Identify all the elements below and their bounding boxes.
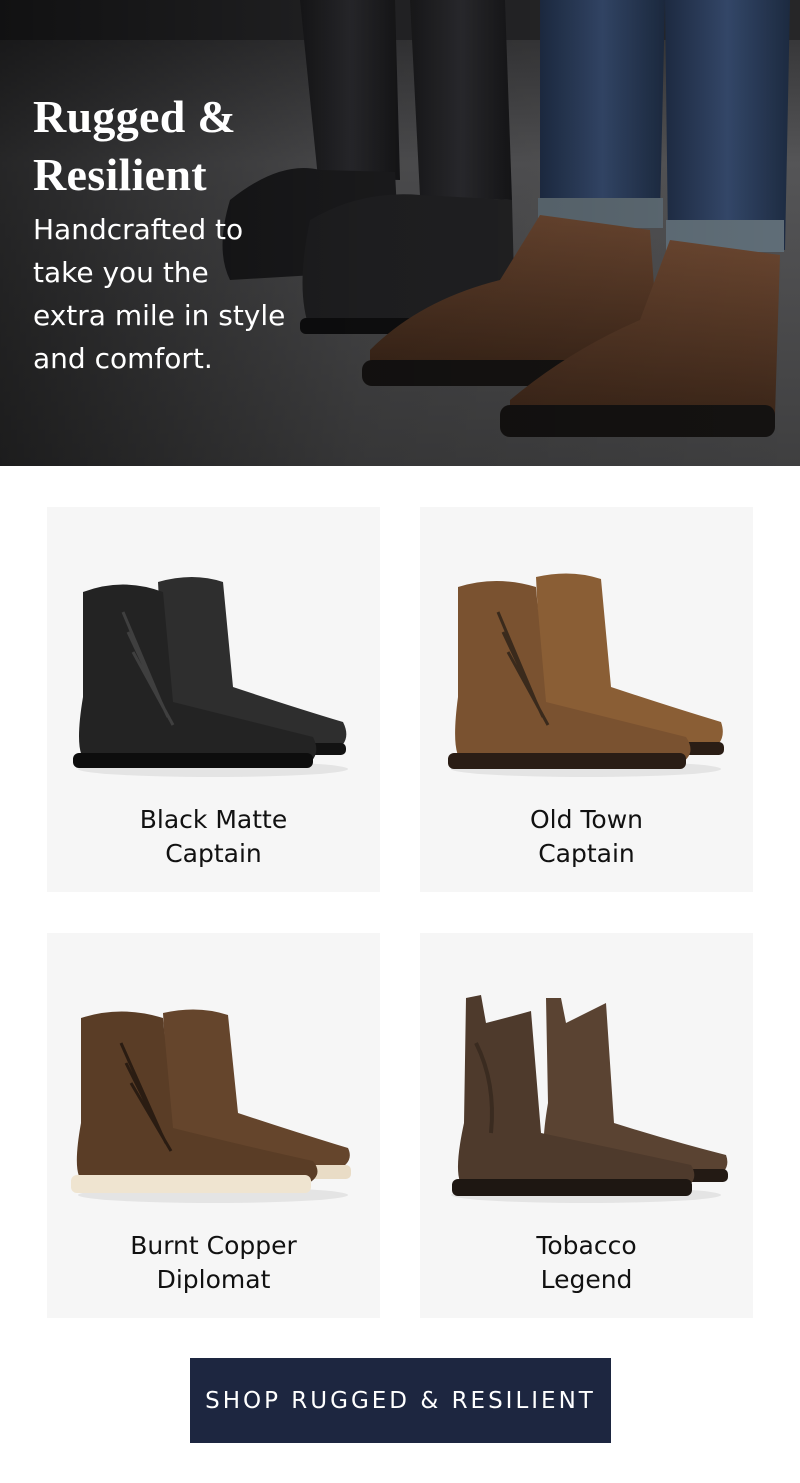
product-name[interactable]: Old Town Captain <box>420 803 753 871</box>
product-card-old-town-captain[interactable]: Old Town Captain <box>420 507 753 892</box>
product-image <box>73 577 348 777</box>
hero-title: Rugged & Resilient <box>33 91 237 200</box>
product-image <box>451 995 728 1203</box>
product-name[interactable]: Tobacco Legend <box>420 1229 753 1297</box>
product-image <box>448 573 724 777</box>
product-card-tobacco-legend[interactable]: Tobacco Legend <box>420 933 753 1318</box>
hero-copy: Rugged & Resilient Handcrafted to take y… <box>33 88 313 380</box>
shop-rugged-resilient-button[interactable]: SHOP RUGGED & RESILIENT <box>190 1358 611 1443</box>
hero-banner[interactable]: Rugged & Resilient Handcrafted to take y… <box>0 0 800 466</box>
hero-subtitle: Handcrafted to take you the extra mile i… <box>33 213 286 375</box>
product-card-burnt-copper-diplomat[interactable]: Burnt Copper Diplomat <box>47 933 380 1318</box>
product-name[interactable]: Black Matte Captain <box>47 803 380 871</box>
product-image <box>71 1009 351 1203</box>
product-card-black-matte-captain[interactable]: Black Matte Captain <box>47 507 380 892</box>
product-name[interactable]: Burnt Copper Diplomat <box>47 1229 380 1297</box>
